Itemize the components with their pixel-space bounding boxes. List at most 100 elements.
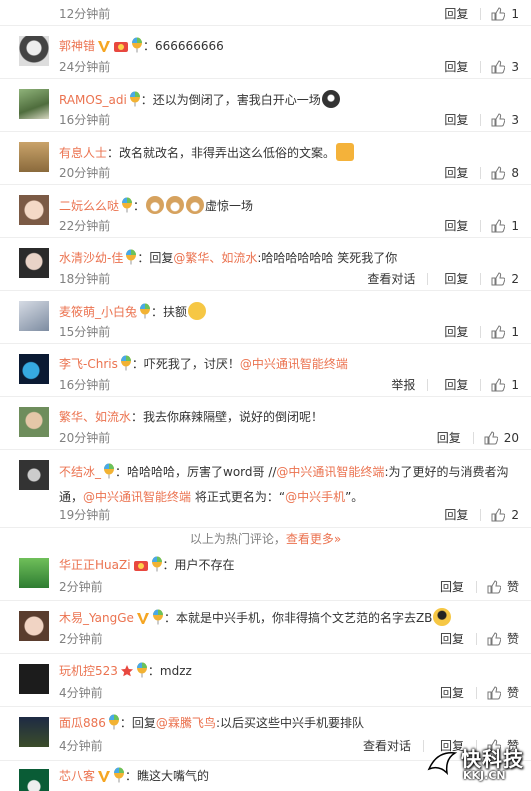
like-button[interactable]: 2 bbox=[491, 272, 519, 286]
comment-time: 20分钟前 bbox=[59, 431, 111, 445]
divider bbox=[480, 167, 482, 179]
like-button[interactable]: 2 bbox=[491, 508, 519, 522]
comment-text: ：mdzz bbox=[147, 664, 192, 678]
comment-row: 玩机控523 ：mdzz 4分钟前 回复 赞 bbox=[0, 654, 531, 707]
comment-row: 有息人士：改名就改名，非得弄出这么低俗的文案。 20分钟前 回复 8 bbox=[0, 132, 531, 185]
username[interactable]: 郭神错 bbox=[59, 39, 95, 53]
avatar[interactable] bbox=[19, 354, 49, 384]
reply-button[interactable]: 回复 bbox=[437, 429, 461, 446]
like-button[interactable]: 赞 bbox=[487, 578, 519, 595]
username[interactable]: 面瓜886 bbox=[59, 716, 106, 730]
reply-button[interactable]: 回复 bbox=[440, 684, 464, 701]
avatar[interactable] bbox=[19, 407, 49, 437]
balloon-icon bbox=[136, 662, 148, 683]
divider bbox=[475, 633, 477, 645]
medal-icon bbox=[113, 39, 129, 58]
like-count: 2 bbox=[511, 508, 519, 522]
like-button[interactable]: 1 bbox=[491, 378, 519, 392]
avatar[interactable] bbox=[19, 195, 49, 225]
avatar[interactable] bbox=[19, 301, 49, 331]
comment-time: 20分钟前 bbox=[59, 166, 111, 180]
avatar[interactable] bbox=[19, 89, 49, 119]
avatar[interactable] bbox=[19, 769, 49, 791]
divider bbox=[480, 61, 482, 73]
username[interactable]: 有息人士 bbox=[59, 146, 107, 160]
like-button[interactable]: 3 bbox=[491, 60, 519, 74]
like-count: 1 bbox=[511, 7, 519, 21]
reply-button[interactable]: 回复 bbox=[444, 164, 468, 181]
report-button[interactable]: 举报 bbox=[391, 376, 415, 393]
avatar[interactable] bbox=[19, 611, 49, 641]
hot-comments-divider: 以上为热门评论，查看更多» bbox=[0, 530, 531, 550]
comment-actions: 举报 回复 1 bbox=[375, 376, 519, 393]
comment-time: 19分钟前 bbox=[59, 508, 111, 522]
like-count: 赞 bbox=[506, 686, 519, 700]
like-button[interactable]: 1 bbox=[491, 7, 519, 21]
username[interactable]: RAMOS_adi bbox=[59, 93, 127, 107]
divider bbox=[480, 379, 482, 391]
comment-text: ：用户不存在 bbox=[162, 558, 235, 572]
like-button[interactable]: 赞 bbox=[487, 684, 519, 701]
mention-link[interactable]: @中兴通讯智能终端 bbox=[276, 465, 384, 479]
avatar[interactable] bbox=[19, 248, 49, 278]
avatar[interactable] bbox=[19, 142, 49, 172]
laugh-face-icon bbox=[321, 90, 340, 108]
mention-link[interactable]: @繁华、如流水 bbox=[173, 251, 257, 265]
reply-button[interactable]: 回复 bbox=[444, 58, 468, 75]
username[interactable]: 玩机控523 bbox=[59, 664, 118, 678]
comment-text-2: 虚惊一场 bbox=[205, 199, 254, 213]
like-button[interactable]: 3 bbox=[491, 113, 519, 127]
reply-button[interactable]: 回复 bbox=[440, 578, 464, 595]
balloon-icon bbox=[139, 303, 151, 324]
like-button[interactable]: 赞 bbox=[487, 630, 519, 647]
view-conversation-button[interactable]: 查看对话 bbox=[363, 737, 411, 754]
thumbs-up-icon bbox=[487, 632, 502, 646]
balloon-icon bbox=[129, 91, 141, 112]
reply-button[interactable]: 回复 bbox=[444, 270, 468, 287]
username[interactable]: 二妧么么哒 bbox=[59, 199, 119, 213]
divider bbox=[475, 687, 477, 699]
sunglasses-face-icon bbox=[433, 608, 452, 626]
reply-button[interactable]: 回复 bbox=[444, 5, 468, 22]
mention-link[interactable]: @中兴通讯智能终端 bbox=[240, 357, 348, 371]
like-button[interactable]: 8 bbox=[491, 166, 519, 180]
balloon-icon bbox=[108, 714, 120, 735]
username[interactable]: 麦筱萌_小白兔 bbox=[59, 305, 137, 319]
mention-link[interactable]: @中兴通讯智能终端 bbox=[83, 490, 191, 504]
mention-link[interactable]: @中兴手机 bbox=[285, 490, 345, 504]
reply-button[interactable]: 回复 bbox=[444, 506, 468, 523]
comment-row: 12分钟前 回复 1 bbox=[0, 0, 531, 26]
username[interactable]: 木易_YangGe bbox=[59, 611, 134, 625]
reply-button[interactable]: 回复 bbox=[444, 217, 468, 234]
like-button[interactable]: 1 bbox=[491, 325, 519, 339]
reply-button[interactable]: 回复 bbox=[444, 323, 468, 340]
balloon-icon bbox=[151, 556, 163, 577]
comment-time: 15分钟前 bbox=[59, 325, 111, 339]
like-count: 8 bbox=[511, 166, 519, 180]
facepalm-icon bbox=[188, 302, 207, 320]
username[interactable]: 不结冰_ bbox=[59, 465, 101, 479]
username[interactable]: 繁华、如流水 bbox=[59, 410, 131, 424]
avatar[interactable] bbox=[19, 460, 49, 490]
reply-button[interactable]: 回复 bbox=[440, 630, 464, 647]
username[interactable]: 华正正HuaZi bbox=[59, 558, 131, 572]
username[interactable]: 李飞-Chris bbox=[59, 357, 118, 371]
comment-actions: 回复 1 bbox=[428, 5, 519, 22]
comment-time: 2分钟前 bbox=[59, 580, 103, 594]
like-button[interactable]: 20 bbox=[484, 431, 519, 445]
reply-button[interactable]: 回复 bbox=[444, 376, 468, 393]
avatar[interactable] bbox=[19, 36, 49, 66]
see-more-link[interactable]: 查看更多» bbox=[286, 532, 341, 546]
avatar[interactable] bbox=[19, 664, 49, 694]
view-conversation-button[interactable]: 查看对话 bbox=[367, 270, 415, 287]
comment-row: 李飞-Chris ：吓死我了，讨厌！@中兴通讯智能终端 16分钟前 举报 回复 1 bbox=[0, 344, 531, 397]
mention-link[interactable]: @霖騰飞鸟 bbox=[156, 716, 216, 730]
username[interactable]: 芯八客 bbox=[59, 769, 95, 783]
like-button[interactable]: 1 bbox=[491, 219, 519, 233]
reply-button[interactable]: 回复 bbox=[444, 111, 468, 128]
username[interactable]: 水清沙幼-佳 bbox=[59, 251, 123, 265]
avatar[interactable] bbox=[19, 717, 49, 747]
balloon-icon bbox=[131, 37, 143, 58]
comment-text: ：666666666 bbox=[143, 39, 224, 53]
avatar[interactable] bbox=[19, 558, 49, 588]
